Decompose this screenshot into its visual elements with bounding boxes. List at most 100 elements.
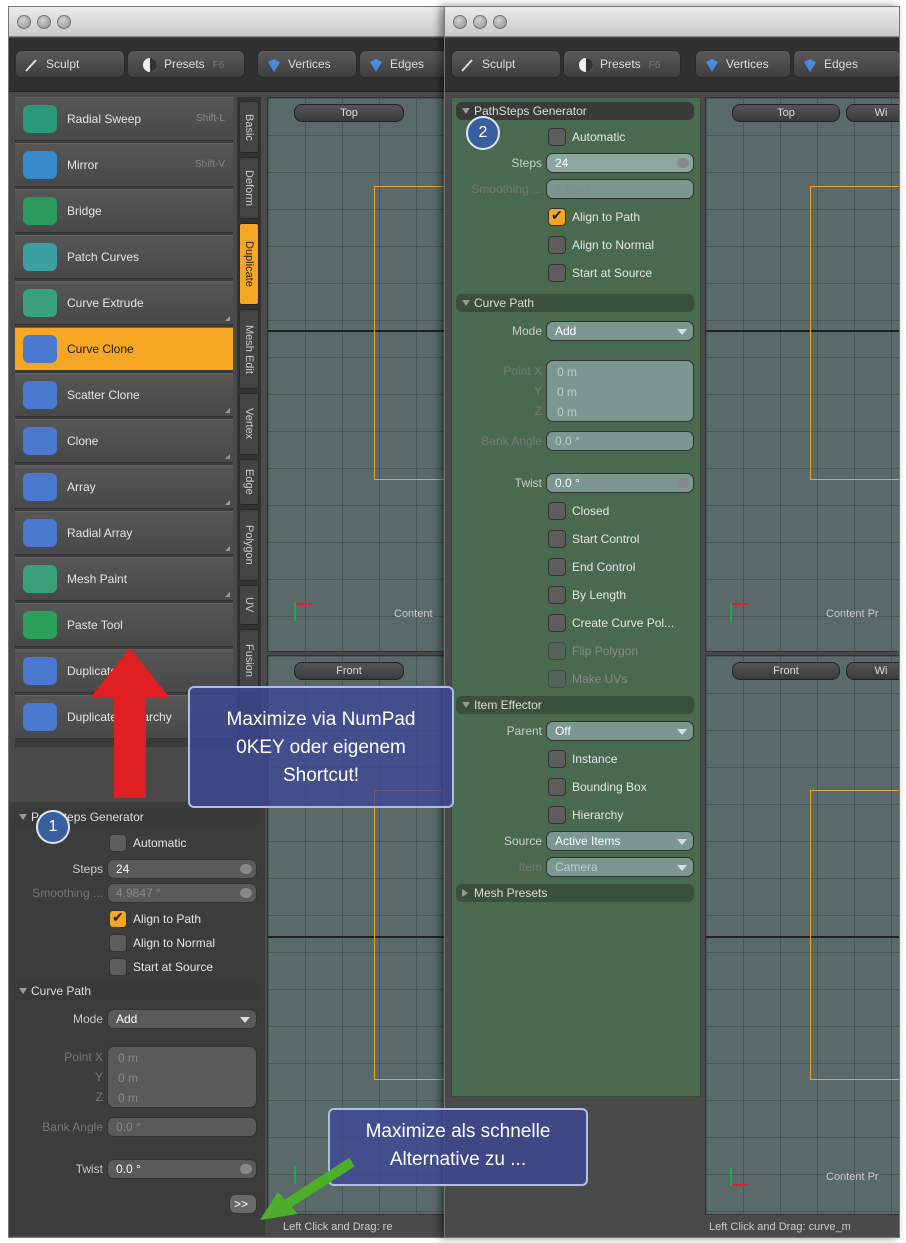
smoothing-field: 4.9847 ° (107, 883, 257, 903)
zoom-window-button[interactable] (493, 15, 507, 29)
twist-field[interactable]: 0.0 ° (546, 473, 694, 493)
tool-array[interactable]: Array (15, 465, 233, 509)
tab-edge[interactable]: Edge (239, 459, 259, 505)
viewport-view-top-button[interactable]: Top (732, 104, 840, 122)
point-y-label: Y (533, 384, 542, 398)
edges-button[interactable]: Edges (793, 50, 899, 78)
source-dropdown[interactable]: Active Items (546, 831, 694, 851)
tab-mesh-edit[interactable]: Mesh Edit (239, 309, 259, 389)
section-pathsteps-generator[interactable]: PathSteps Generator (456, 102, 694, 120)
automatic-checkbox[interactable] (548, 128, 566, 146)
close-window-button[interactable] (17, 15, 31, 29)
tab-vertex[interactable]: Vertex (239, 393, 259, 455)
top-viewport[interactable]: Top Wi Content Pr (705, 97, 899, 652)
tab-fusion[interactable]: Fusion (239, 629, 259, 693)
curve-outline (810, 790, 899, 1080)
vertices-button[interactable]: Vertices (695, 50, 791, 78)
step-badge-1: 1 (36, 810, 70, 844)
start-at-source-checkbox[interactable] (548, 264, 566, 282)
section-mesh-presets[interactable]: Mesh Presets (456, 884, 694, 902)
point-fields: 0 m 0 m 0 m (107, 1046, 257, 1108)
drag-arrows-icon (677, 158, 689, 168)
chevron-down-icon (677, 329, 687, 335)
sculpt-button[interactable]: Sculpt (451, 50, 561, 78)
vertices-button[interactable]: Vertices (257, 50, 357, 78)
chevron-down-icon (677, 865, 687, 871)
align-to-path-checkbox[interactable] (109, 909, 127, 928)
tool-curve-extrude[interactable]: Curve Extrude (15, 281, 233, 325)
tool-mirror[interactable]: Mirror Shift-V (15, 143, 233, 187)
steps-field[interactable]: 24 (107, 859, 257, 879)
point-z-label: Z (534, 404, 542, 418)
right-window: Sculpt Presets F6 Vertices Edges PathStep… (444, 6, 900, 1238)
by-length-checkbox[interactable] (548, 586, 566, 604)
tool-patch-curves[interactable]: Patch Curves (15, 235, 233, 279)
curve-outline (374, 186, 447, 480)
sculpt-button[interactable]: Sculpt (15, 50, 125, 78)
viewport-view-front-button[interactable]: Front (294, 662, 404, 680)
instance-checkbox[interactable] (548, 750, 566, 768)
tab-deform[interactable]: Deform (239, 157, 259, 219)
twist-field[interactable]: 0.0 ° (107, 1159, 257, 1179)
tool-bridge[interactable]: Bridge (15, 189, 233, 233)
mode-dropdown[interactable]: Add (107, 1009, 257, 1029)
align-to-normal-checkbox[interactable] (548, 236, 566, 254)
tool-radial-array[interactable]: Radial Array (15, 511, 233, 555)
viewport-view-front-button[interactable]: Front (732, 662, 840, 680)
chevron-down-icon (240, 1017, 250, 1023)
axis-gizmo (294, 603, 296, 621)
align-to-path-checkbox[interactable] (548, 207, 566, 226)
tool-radial-sweep[interactable]: Radial Sweep Shift-L (15, 97, 233, 141)
maximize-button[interactable]: >> (229, 1194, 257, 1214)
presets-button[interactable]: Presets F6 (127, 50, 245, 78)
end-control-checkbox[interactable] (548, 558, 566, 576)
tab-duplicate[interactable]: Duplicate (239, 223, 259, 305)
viewport-wireframe-button[interactable]: Wi (846, 662, 899, 680)
steps-field[interactable]: 24 (546, 153, 694, 173)
tool-curve-clone[interactable]: Curve Clone (15, 327, 233, 371)
tool-clone[interactable]: Clone (15, 419, 233, 463)
start-control-checkbox[interactable] (548, 530, 566, 548)
tab-polygon[interactable]: Polygon (239, 509, 259, 581)
tool-mesh-paint[interactable]: Mesh Paint (15, 557, 233, 601)
closed-checkbox[interactable] (548, 502, 566, 520)
item-label: Item (518, 860, 542, 874)
bounding-box-checkbox[interactable] (548, 778, 566, 796)
zoom-window-button[interactable] (57, 15, 71, 29)
tab-uv[interactable]: UV (239, 585, 259, 625)
curve-extrude-icon (23, 289, 57, 317)
by-length-label: By Length (572, 588, 627, 602)
radial-array-icon (23, 519, 57, 547)
parent-dropdown[interactable]: Off (546, 721, 694, 741)
smoothing-label: Smoothing ... (471, 182, 542, 196)
close-window-button[interactable] (453, 15, 467, 29)
automatic-checkbox[interactable] (109, 834, 127, 852)
axis-x-marker (296, 603, 312, 605)
viewport-view-top-button[interactable]: Top (294, 104, 404, 122)
top-viewport[interactable]: Top Content (267, 97, 447, 652)
edges-button[interactable]: Edges (359, 50, 447, 78)
viewport-wireframe-button[interactable]: Wi (846, 104, 899, 122)
twist-label: Twist (514, 476, 542, 490)
edges-icon (804, 59, 816, 72)
create-curve-polygon-checkbox[interactable] (548, 614, 566, 632)
minimize-window-button[interactable] (37, 15, 51, 29)
duplicate-icon (23, 657, 57, 685)
front-viewport[interactable]: Front Wi Content Pr (705, 655, 899, 1215)
align-to-normal-checkbox[interactable] (109, 934, 127, 952)
tool-scatter-clone[interactable]: Scatter Clone (15, 373, 233, 417)
section-curve-path[interactable]: Curve Path (456, 294, 694, 312)
section-item-effector[interactable]: Item Effector (456, 696, 694, 714)
tool-paste[interactable]: Paste Tool (15, 603, 233, 647)
clone-icon (23, 427, 57, 455)
toolbar: Sculpt Presets F6 Vertices Edges (445, 38, 899, 92)
mode-dropdown[interactable]: Add (546, 321, 694, 341)
start-at-source-checkbox[interactable] (109, 958, 127, 976)
hierarchy-checkbox[interactable] (548, 806, 566, 824)
tab-basic[interactable]: Basic (239, 101, 259, 153)
presets-button[interactable]: Presets F6 (563, 50, 681, 78)
automatic-label: Automatic (572, 130, 626, 144)
mirror-icon (23, 151, 57, 179)
section-curve-path[interactable]: Curve Path (13, 982, 259, 1000)
minimize-window-button[interactable] (473, 15, 487, 29)
